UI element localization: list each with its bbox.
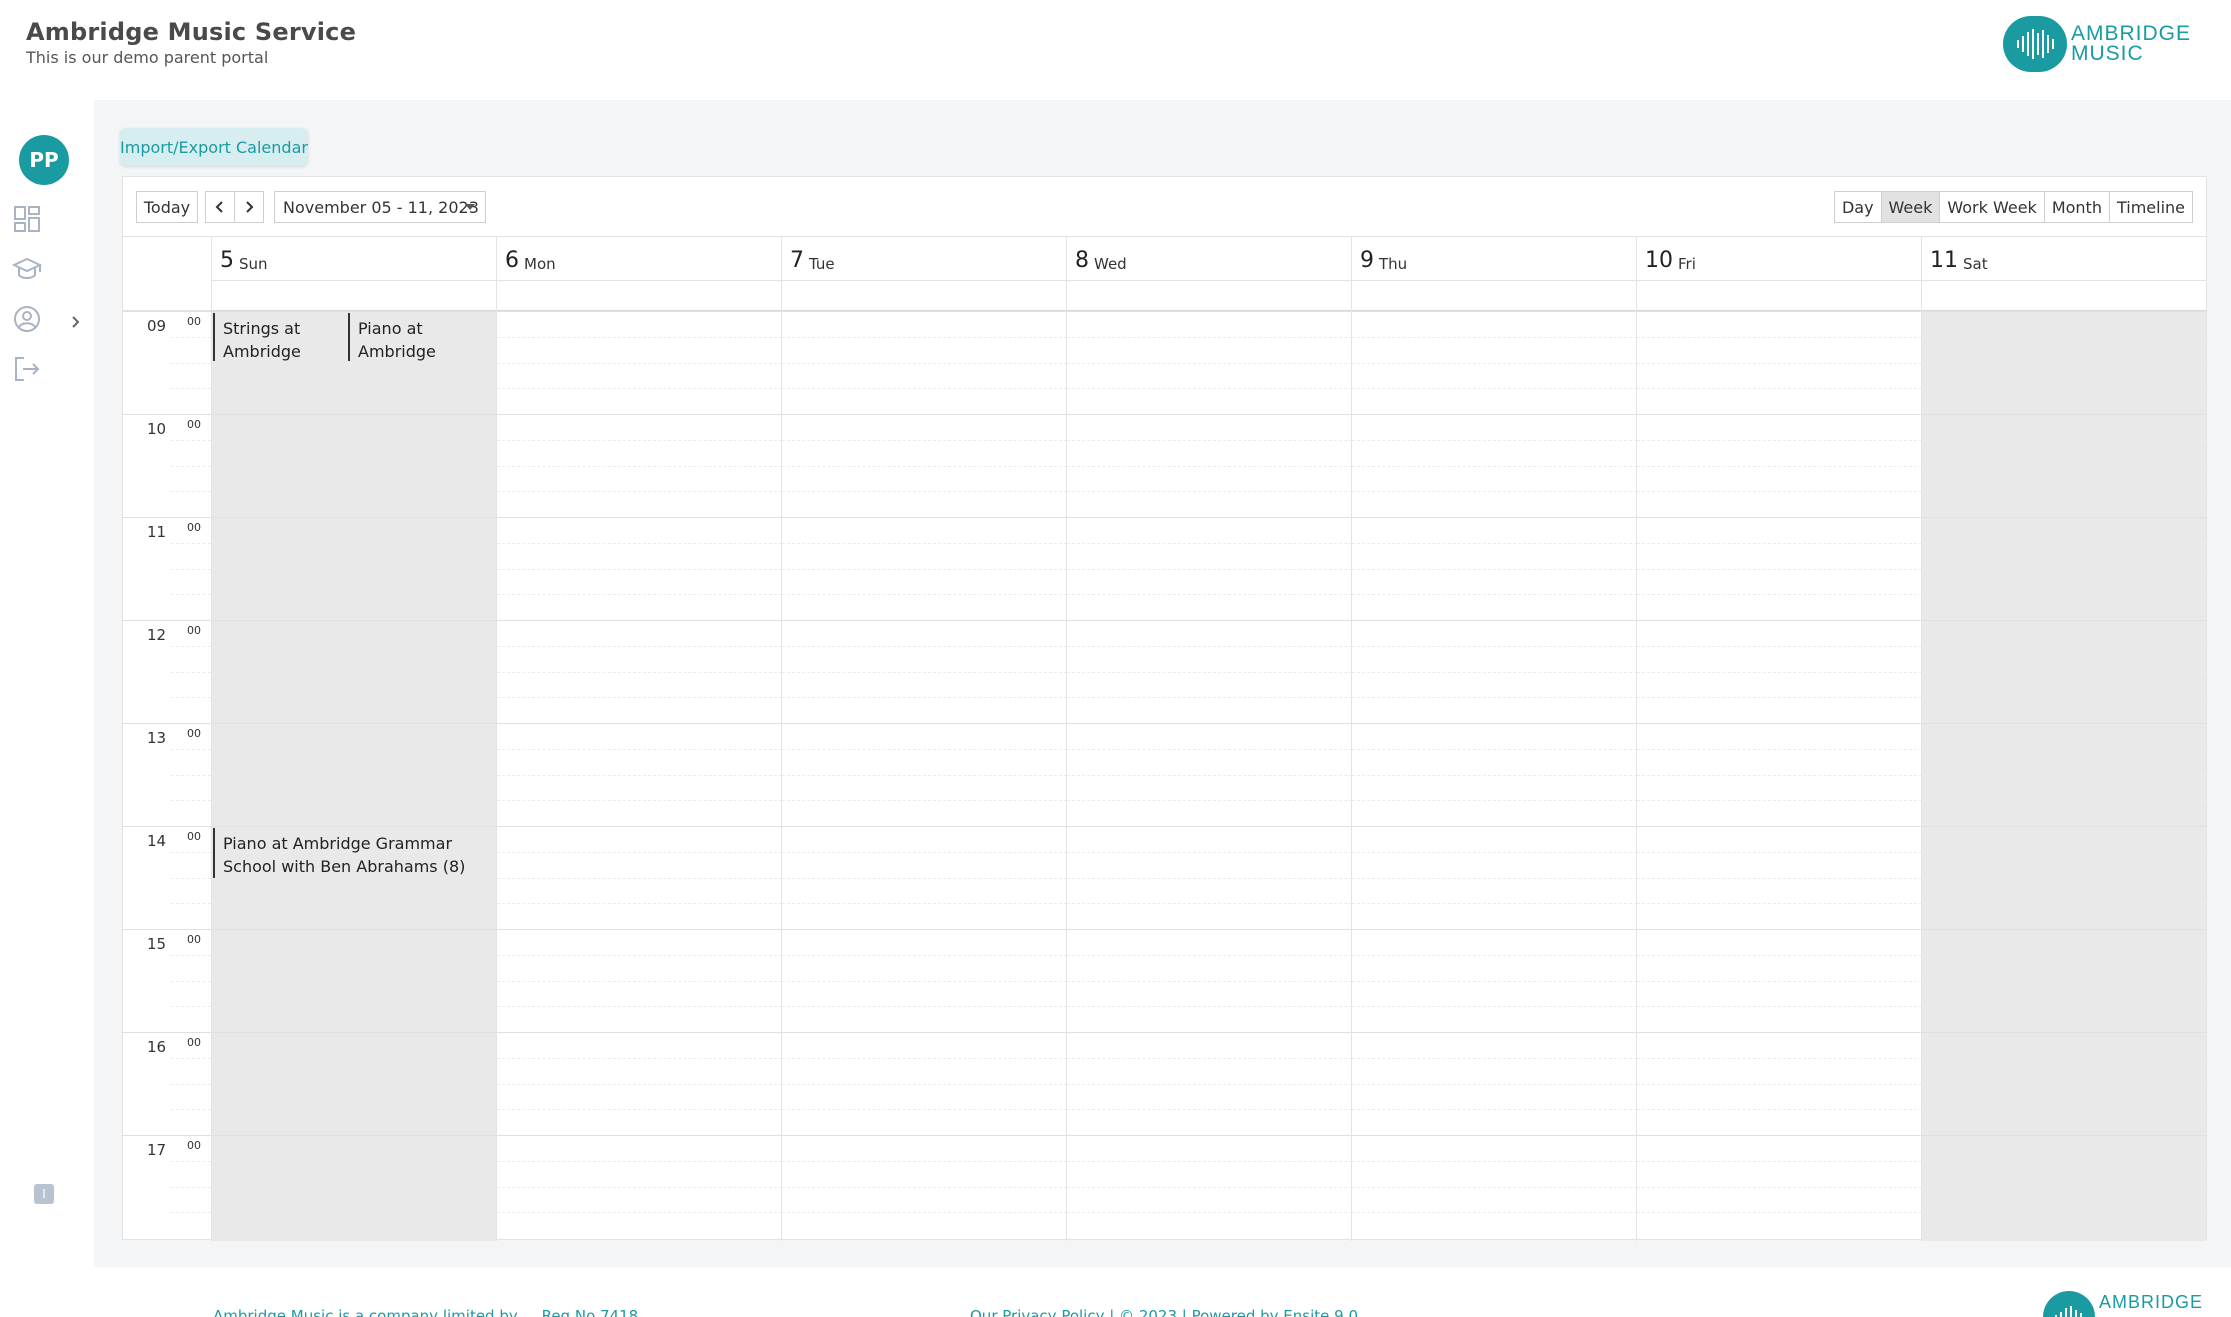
minute-label: 00	[187, 624, 201, 637]
import-export-calendar-button[interactable]: Import/Export Calendar	[120, 128, 308, 166]
all-day-cell[interactable]	[1921, 281, 2206, 311]
calendar-event[interactable]: Piano at Ambridge Grammar School with Be…	[213, 828, 492, 878]
minute-label: 00	[187, 1139, 201, 1152]
minute-label: 00	[187, 933, 201, 946]
minute-label: 00	[187, 521, 201, 534]
footer-company-info: Ambridge Music is a company limited by .…	[213, 1307, 639, 1317]
all-day-cell[interactable]	[1351, 281, 1636, 311]
previous-week-button[interactable]	[205, 191, 235, 223]
calendar-event[interactable]: Piano at Ambridge	[348, 313, 492, 361]
day-column[interactable]	[1636, 311, 1922, 1241]
site-title: Ambridge Music Service	[26, 18, 357, 46]
day-column[interactable]	[781, 311, 1067, 1241]
site-subtitle: This is our demo parent portal	[26, 48, 269, 67]
view-work-week-button[interactable]: Work Week	[1939, 192, 2044, 222]
day-number: 5	[220, 248, 234, 273]
view-switcher: Day Week Work Week Month Timeline	[1833, 191, 2193, 223]
day-column[interactable]	[1066, 311, 1352, 1241]
hour-label: 13	[147, 729, 167, 747]
footer-links[interactable]: Our Privacy Policy | © 2023 | Powered by…	[970, 1307, 1358, 1317]
day-header[interactable]: 8 Wed	[1066, 237, 1351, 281]
hour-label: 16	[147, 1038, 167, 1056]
main-content: Import/Export Calendar Today November 05…	[94, 100, 2231, 1267]
day-name: Thu	[1379, 255, 1408, 273]
day-header[interactable]: 5 Sun	[211, 237, 496, 281]
minute-label: 00	[187, 418, 201, 431]
day-header[interactable]: 11 Sat	[1921, 237, 2206, 281]
chevron-left-icon	[215, 201, 223, 213]
logo-wordmark: AMBRIDGE MUSIC	[2070, 22, 2191, 65]
day-name: Mon	[524, 255, 556, 273]
minute-label: 00	[187, 315, 201, 328]
calendar-event[interactable]: Strings at Ambridge	[213, 313, 345, 361]
view-timeline-button[interactable]: Timeline	[2108, 192, 2192, 222]
user-profile-icon[interactable]	[12, 304, 42, 334]
day-name: Wed	[1094, 255, 1127, 273]
day-number: 9	[1360, 248, 1374, 273]
info-badge[interactable]: I	[34, 1184, 54, 1204]
brand-logo[interactable]: AMBRIDGE MUSIC	[2002, 16, 2191, 72]
day-header[interactable]: 10 Fri	[1636, 237, 1921, 281]
app-header: Ambridge Music Service This is our demo …	[0, 0, 2231, 100]
graduation-cap-icon[interactable]	[11, 254, 43, 284]
minute-label: 00	[187, 1036, 201, 1049]
day-name: Fri	[1678, 255, 1696, 273]
footer-logo-wordmark: AMBRIDGE	[2098, 1292, 2203, 1312]
day-name: Sun	[239, 255, 268, 273]
footer-logo: AMBRIDGE	[2042, 1291, 2203, 1317]
avatar[interactable]: PP	[19, 135, 69, 185]
hour-label: 09	[147, 317, 167, 335]
day-header[interactable]: 6 Mon	[496, 237, 781, 281]
hour-label: 17	[147, 1141, 167, 1159]
all-day-cell[interactable]	[496, 281, 781, 311]
time-axis: 09 00 10 00 11 00 12 00 13 00 14 00 15 00 16 00 17 00	[123, 311, 211, 1241]
caret-down-icon	[465, 204, 475, 210]
chevron-right-icon[interactable]	[68, 312, 84, 332]
sidebar: PP I	[0, 100, 94, 1267]
week-grid: 09 00 10 00 11 00 12 00 13 00 14 00 15 00 16 00 17 00 5 Su…	[123, 237, 2208, 1241]
day-name: Tue	[809, 255, 835, 273]
day-header[interactable]: 7 Tue	[781, 237, 1066, 281]
calendar: Today November 05 - 11, 2023 Day Week Wo…	[122, 176, 2208, 1241]
view-month-button[interactable]: Month	[2043, 192, 2109, 222]
day-number: 6	[505, 248, 519, 273]
hour-label: 11	[147, 523, 167, 541]
day-header[interactable]: 9 Thu	[1351, 237, 1636, 281]
minute-label: 00	[187, 830, 201, 843]
sound-wave-logo-icon	[2002, 16, 2067, 72]
day-column[interactable]	[1351, 311, 1637, 1241]
day-column[interactable]	[496, 311, 782, 1241]
date-range-picker[interactable]: November 05 - 11, 2023	[274, 191, 486, 223]
view-week-button[interactable]: Week	[1880, 192, 1940, 222]
logout-icon[interactable]	[12, 354, 42, 384]
hour-label: 12	[147, 626, 167, 644]
next-week-button[interactable]	[234, 191, 264, 223]
view-day-button[interactable]: Day	[1834, 192, 1881, 222]
minute-label: 00	[187, 727, 201, 740]
hour-label: 14	[147, 832, 167, 850]
day-number: 8	[1075, 248, 1089, 273]
chevron-right-icon	[246, 201, 254, 213]
all-day-cell[interactable]	[1636, 281, 1921, 311]
day-number: 10	[1645, 248, 1673, 273]
dashboard-icon[interactable]	[12, 204, 42, 234]
all-day-cell[interactable]	[1066, 281, 1351, 311]
all-day-cell[interactable]	[781, 281, 1066, 311]
day-name: Sat	[1963, 255, 1988, 273]
hour-label: 15	[147, 935, 167, 953]
hour-label: 10	[147, 420, 167, 438]
time-axis-corner	[123, 237, 211, 311]
day-number: 11	[1930, 248, 1958, 273]
all-day-cell[interactable]	[211, 281, 496, 311]
day-column[interactable]	[211, 311, 497, 1241]
day-column[interactable]	[1921, 311, 2207, 1241]
sound-wave-logo-icon	[2042, 1291, 2095, 1317]
calendar-toolbar: Today November 05 - 11, 2023 Day Week Wo…	[123, 177, 2206, 237]
today-button[interactable]: Today	[136, 191, 198, 223]
date-range-label: November 05 - 11, 2023	[283, 197, 479, 217]
footer: Ambridge Music is a company limited by .…	[0, 1267, 2231, 1317]
day-number: 7	[790, 248, 804, 273]
